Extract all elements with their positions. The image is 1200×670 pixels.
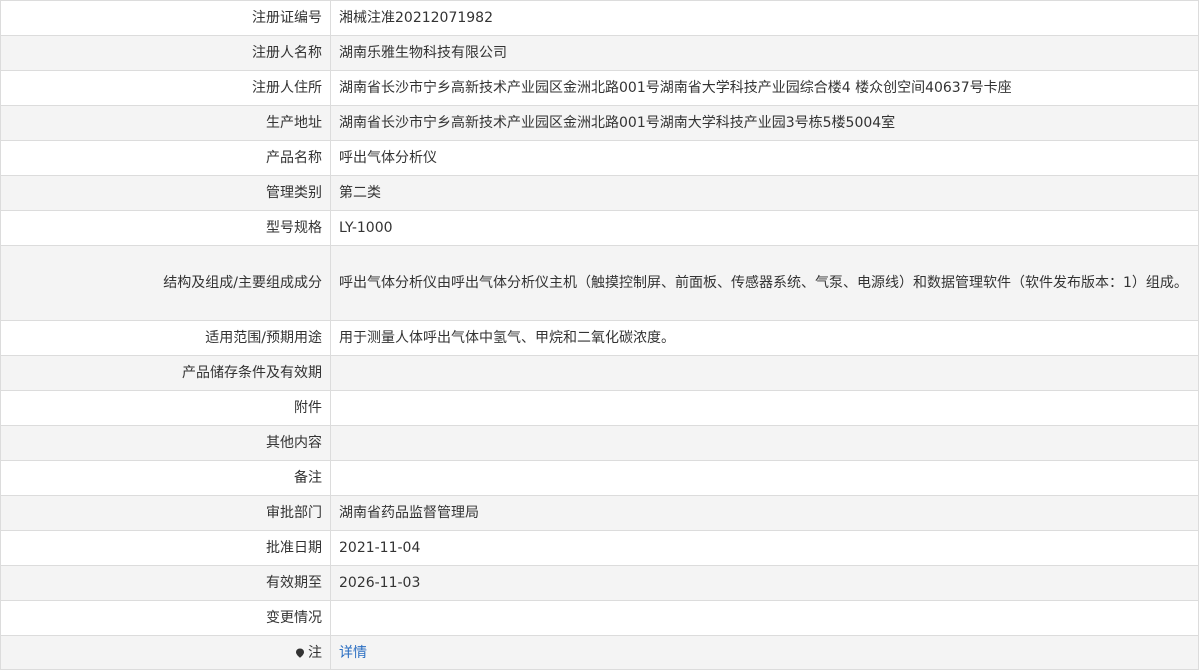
approval-department-value: 湖南省药品监督管理局 bbox=[330, 495, 1199, 531]
row-label: 产品名称 bbox=[0, 140, 331, 176]
table-row: 注册人住所 湖南省长沙市宁乡高新技术产业园区金洲北路001号湖南省大学科技产业园… bbox=[0, 70, 1199, 106]
row-label: 适用范围/预期用途 bbox=[0, 320, 331, 356]
registrant-name-value: 湖南乐雅生物科技有限公司 bbox=[330, 35, 1199, 71]
row-label: 生产地址 bbox=[0, 105, 331, 141]
change-history-value bbox=[330, 600, 1199, 636]
row-label: 变更情况 bbox=[0, 600, 331, 636]
table-row: 注册人名称 湖南乐雅生物科技有限公司 bbox=[0, 35, 1199, 71]
other-content-value bbox=[330, 425, 1199, 461]
table-row: 审批部门 湖南省药品监督管理局 bbox=[0, 495, 1199, 531]
row-label: 备注 bbox=[0, 460, 331, 496]
row-label: 型号规格 bbox=[0, 210, 331, 246]
row-label: 审批部门 bbox=[0, 495, 331, 531]
table-row: 注 详情 bbox=[0, 635, 1199, 670]
row-label: 注册证编号 bbox=[0, 0, 331, 36]
registrant-address-value: 湖南省长沙市宁乡高新技术产业园区金洲北路001号湖南省大学科技产业园综合楼4 楼… bbox=[330, 70, 1199, 106]
table-row: 备注 bbox=[0, 460, 1199, 496]
map-pin-icon bbox=[295, 648, 305, 658]
production-address-value: 湖南省长沙市宁乡高新技术产业园区金洲北路001号湖南大学科技产业园3号栋5楼50… bbox=[330, 105, 1199, 141]
row-label: 注册人名称 bbox=[0, 35, 331, 71]
table-row: 适用范围/预期用途 用于测量人体呼出气体中氢气、甲烷和二氧化碳浓度。 bbox=[0, 320, 1199, 356]
note-label-cell: 注 bbox=[0, 635, 331, 670]
table-row: 型号规格 LY-1000 bbox=[0, 210, 1199, 246]
management-class-value: 第二类 bbox=[330, 175, 1199, 211]
intended-use-value: 用于测量人体呼出气体中氢气、甲烷和二氧化碳浓度。 bbox=[330, 320, 1199, 356]
table-row: 其他内容 bbox=[0, 425, 1199, 461]
note-value-cell: 详情 bbox=[330, 635, 1199, 670]
table-row: 结构及组成/主要组成成分 呼出气体分析仪由呼出气体分析仪主机（触摸控制屏、前面板… bbox=[0, 245, 1199, 321]
row-label: 有效期至 bbox=[0, 565, 331, 601]
registration-detail-table: 注册证编号 湘械注准20212071982 注册人名称 湖南乐雅生物科技有限公司… bbox=[0, 0, 1199, 670]
table-row: 产品名称 呼出气体分析仪 bbox=[0, 140, 1199, 176]
structure-composition-value: 呼出气体分析仪由呼出气体分析仪主机（触摸控制屏、前面板、传感器系统、气泵、电源线… bbox=[330, 245, 1199, 321]
table-row: 附件 bbox=[0, 390, 1199, 426]
valid-until-value: 2026-11-03 bbox=[330, 565, 1199, 601]
table-row: 生产地址 湖南省长沙市宁乡高新技术产业园区金洲北路001号湖南大学科技产业园3号… bbox=[0, 105, 1199, 141]
table-row: 变更情况 bbox=[0, 600, 1199, 636]
product-name-value: 呼出气体分析仪 bbox=[330, 140, 1199, 176]
row-label: 结构及组成/主要组成成分 bbox=[0, 245, 331, 321]
row-label: 其他内容 bbox=[0, 425, 331, 461]
row-label: 批准日期 bbox=[0, 530, 331, 566]
row-label: 注册人住所 bbox=[0, 70, 331, 106]
registration-number-value: 湘械注准20212071982 bbox=[330, 0, 1199, 36]
row-label: 管理类别 bbox=[0, 175, 331, 211]
storage-conditions-value bbox=[330, 355, 1199, 391]
table-row: 批准日期 2021-11-04 bbox=[0, 530, 1199, 566]
table-row: 有效期至 2026-11-03 bbox=[0, 565, 1199, 601]
row-label: 附件 bbox=[0, 390, 331, 426]
remarks-value bbox=[330, 460, 1199, 496]
details-link[interactable]: 详情 bbox=[339, 645, 367, 661]
model-spec-value: LY-1000 bbox=[330, 210, 1199, 246]
table-row: 管理类别 第二类 bbox=[0, 175, 1199, 211]
attachments-value bbox=[330, 390, 1199, 426]
approval-date-value: 2021-11-04 bbox=[330, 530, 1199, 566]
table-row: 注册证编号 湘械注准20212071982 bbox=[0, 0, 1199, 36]
note-label: 注 bbox=[308, 644, 322, 661]
row-label: 产品储存条件及有效期 bbox=[0, 355, 331, 391]
table-row: 产品储存条件及有效期 bbox=[0, 355, 1199, 391]
